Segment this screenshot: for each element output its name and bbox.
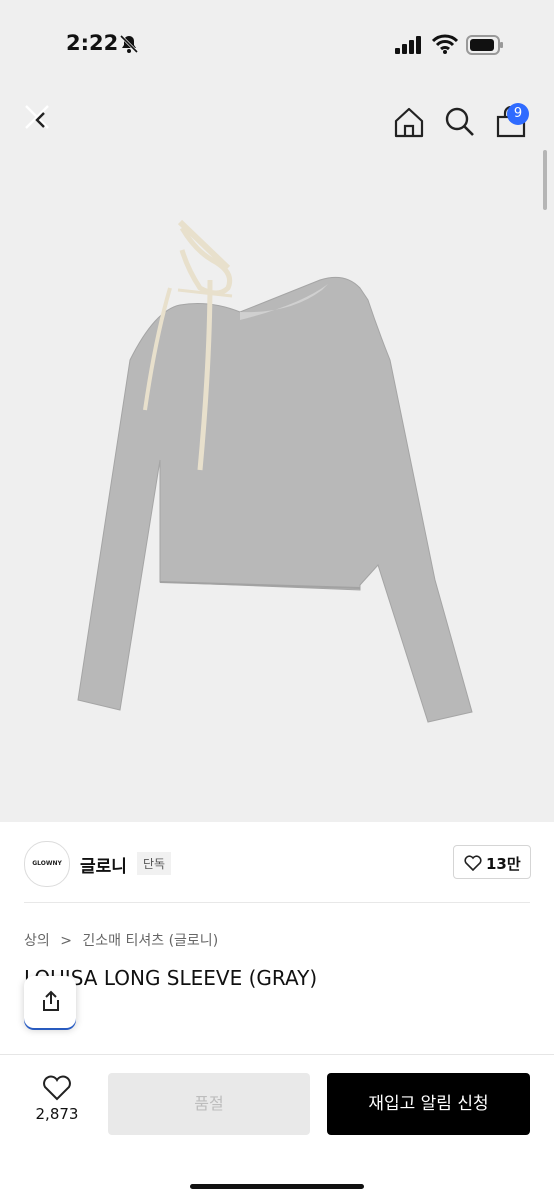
brand-row: GLOWNY 글로니 단독 13만 (0, 826, 554, 902)
breadcrumb-separator: > (60, 933, 72, 949)
brand-name[interactable]: 글로니 (80, 852, 127, 877)
cart-badge: 9 (507, 103, 529, 125)
brand-like-button[interactable]: 13만 (453, 845, 531, 879)
scroll-indicator (543, 150, 547, 210)
breadcrumb-subcategory[interactable]: 긴소매 티셔츠 (글로니) (82, 933, 218, 949)
breadcrumb: 상의 > 긴소매 티셔츠 (글로니) (24, 930, 224, 950)
restock-alert-button[interactable]: 재입고 알림 신청 (327, 1073, 530, 1135)
wish-count: 2,873 (35, 1105, 79, 1123)
back-close-icon[interactable] (20, 100, 56, 136)
home-icon[interactable] (393, 106, 425, 138)
search-icon[interactable] (444, 106, 476, 138)
share-icon (43, 990, 59, 1011)
home-indicator (190, 1184, 364, 1189)
bell-off-icon (119, 34, 139, 54)
soldout-button: 품절 (108, 1073, 310, 1135)
divider (24, 902, 530, 903)
product-photo (77, 219, 473, 723)
wifi-icon (432, 34, 458, 54)
signal-icon (395, 36, 421, 54)
share-button[interactable] (24, 976, 76, 1028)
heart-icon (464, 855, 482, 871)
exclusive-badge: 단독 (137, 852, 172, 875)
heart-icon (43, 1075, 71, 1101)
status-bar: 2:22 (0, 0, 554, 90)
battery-icon (466, 35, 503, 55)
wish-button[interactable]: 2,873 (24, 1075, 90, 1123)
status-time: 2:22 (66, 31, 119, 55)
brand-like-count: 13만 (486, 855, 521, 873)
bottom-action-bar: 2,873 품절 재입고 알림 신청 (0, 1054, 554, 1201)
breadcrumb-category[interactable]: 상의 (24, 933, 50, 949)
brand-logo[interactable]: GLOWNY (24, 841, 70, 887)
